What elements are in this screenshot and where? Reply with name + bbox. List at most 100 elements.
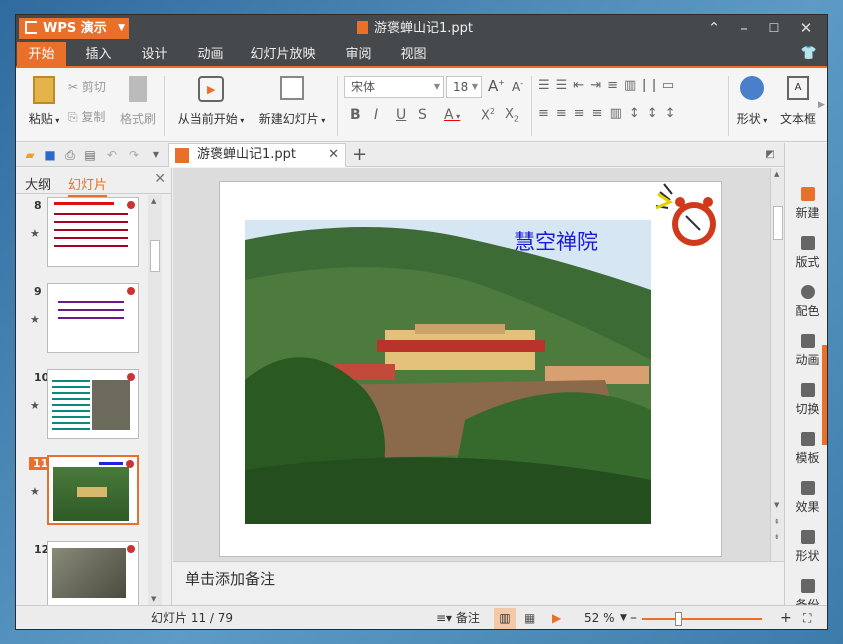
italic-button[interactable]: I — [374, 107, 378, 123]
maximize-button[interactable]: ☐ — [762, 17, 786, 39]
scroll-thumb[interactable] — [773, 206, 783, 240]
slides-scrollbar[interactable]: ▲ ▼ — [148, 195, 162, 605]
next-slide-icon[interactable]: ⇟ — [774, 533, 780, 541]
undo-icon[interactable]: ↶ — [104, 147, 120, 163]
customize-chevron-icon[interactable]: ▼ — [148, 147, 164, 163]
tab-document[interactable]: 游褒蝉山记1.ppt ✕ — [168, 143, 346, 167]
new-slide-button[interactable]: 新建幻灯片 ▾ — [252, 76, 332, 127]
minimize-button[interactable]: – — [732, 17, 756, 39]
font-name-select[interactable]: 宋体 ▼ — [344, 76, 444, 98]
zoom-slider[interactable] — [642, 612, 762, 626]
tab-design[interactable]: 设计 — [132, 42, 177, 68]
zoom-dropdown-icon[interactable]: ▼ — [620, 606, 627, 629]
decrease-font-icon[interactable]: A- — [512, 79, 523, 94]
task-new-button[interactable]: 新建 — [785, 187, 827, 221]
paragraph-list-icons[interactable]: ☰☰⇤⇥≡▥ǀǀ▭ — [538, 78, 728, 93]
scroll-down-icon[interactable]: ▼ — [151, 595, 156, 603]
task-layout-button[interactable]: 版式 — [785, 236, 827, 270]
underline-button[interactable]: U — [396, 107, 406, 123]
slide-thumbnail[interactable]: 10 ★ — [16, 369, 146, 449]
copy-icon: ⎘ — [68, 110, 82, 124]
pane-collapse-handle[interactable] — [822, 345, 827, 445]
tab-view[interactable]: 视图 — [391, 42, 436, 68]
format-painter-button[interactable]: 格式刷 — [116, 76, 160, 127]
fit-window-icon[interactable]: ⛶ — [803, 606, 811, 629]
palette-icon — [800, 285, 815, 299]
slide-thumbnail[interactable]: 12 — [16, 541, 146, 605]
editor-scrollbar[interactable]: ▲ ▼ ⇞ ⇟ — [770, 168, 784, 561]
shapes-icon — [740, 76, 764, 100]
prev-slide-icon[interactable]: ⇞ — [774, 518, 780, 526]
ribbon-scroll-right-icon[interactable]: ▶ — [818, 100, 825, 110]
zoom-in-button[interactable]: + — [780, 606, 792, 629]
zoom-level[interactable]: 52 % — [584, 606, 615, 629]
cut-button[interactable]: ✂ 剪切 — [68, 78, 120, 95]
temple-photo — [245, 220, 651, 524]
paragraph-align-icons[interactable]: ≡≡≡≡▥↕↕↕ — [538, 106, 728, 121]
shapes-button[interactable]: 形状 ▾ — [732, 76, 772, 127]
alarm-clock-icon — [650, 182, 722, 252]
subscript-button[interactable]: X2 — [505, 107, 519, 124]
slide-thumbnail[interactable]: 8 ★ — [16, 197, 146, 277]
font-color-button[interactable]: A ▾ — [444, 107, 460, 123]
bold-button[interactable]: B — [350, 107, 361, 123]
close-pane-icon[interactable]: ✕ — [154, 171, 166, 187]
slideshow-view-icon[interactable]: ▶ — [552, 606, 561, 629]
paste-button[interactable]: 粘贴 ▾ — [22, 76, 66, 127]
tab-home[interactable]: 开始 — [17, 42, 66, 68]
tab-slides[interactable]: 幻灯片 — [68, 174, 108, 197]
notes-toggle-button[interactable]: ≡▾ 备注 — [436, 606, 480, 629]
current-slide[interactable]: 慧空禅院 — [219, 181, 722, 557]
collapse-ribbon-icon[interactable]: ⌃ — [702, 17, 726, 39]
scroll-down-icon[interactable]: ▼ — [774, 501, 779, 509]
panel-toggle-icon[interactable]: ◩ — [762, 147, 778, 163]
normal-view-icon[interactable]: ▥ — [494, 608, 516, 629]
task-color-button[interactable]: 配色 — [785, 285, 827, 319]
sorter-view-icon[interactable]: ▦ — [524, 606, 535, 629]
scroll-thumb[interactable] — [150, 240, 160, 272]
task-effect-button[interactable]: 效果 — [785, 481, 827, 515]
font-size-select[interactable]: 18 ▼ — [446, 76, 482, 98]
slide-thumbnails: 8 ★ 9 ★ 10 ★ 11 ★ 12 — [16, 195, 146, 605]
tab-review[interactable]: 审阅 — [336, 42, 381, 68]
app-menu-button[interactable]: WPS 演示 ▼ — [19, 18, 129, 39]
textbox-button[interactable]: A 文本框 — [774, 76, 822, 127]
increase-font-icon[interactable]: A+ — [488, 77, 505, 95]
wps-logo-icon — [25, 21, 37, 34]
copy-button[interactable]: ⎘ 复制 — [68, 108, 120, 125]
superscript-button[interactable]: X2 — [481, 107, 495, 123]
tab-insert[interactable]: 插入 — [76, 42, 121, 68]
new-tab-button[interactable]: + — [352, 143, 367, 167]
scroll-up-icon[interactable]: ▲ — [151, 197, 156, 205]
clock-icon — [126, 544, 136, 554]
tab-outline[interactable]: 大纲 — [25, 174, 51, 193]
redo-icon[interactable]: ↷ — [126, 147, 142, 163]
slide-thumbnail-selected[interactable]: 11 ★ — [16, 455, 146, 535]
clock-icon — [126, 286, 136, 296]
task-shape-button[interactable]: 形状 — [785, 530, 827, 564]
app-name: WPS 演示 — [43, 21, 107, 36]
zoom-slider-knob[interactable] — [675, 612, 682, 626]
close-button[interactable]: ✕ — [794, 17, 818, 39]
ppt-file-icon — [357, 21, 368, 34]
ppt-file-icon — [175, 148, 189, 163]
print-icon[interactable]: ⎙ — [62, 147, 78, 163]
slide-photo[interactable] — [245, 220, 651, 524]
notes-pane[interactable]: 单击添加备注 — [173, 561, 784, 605]
open-folder-icon[interactable]: ▰ — [22, 147, 38, 163]
play-from-current-button[interactable]: ▶ 从当前开始 ▾ — [172, 76, 250, 127]
slide-thumbnail[interactable]: 9 ★ — [16, 283, 146, 363]
shadow-button[interactable]: S — [418, 107, 427, 123]
print-preview-icon[interactable]: ▤ — [82, 147, 98, 163]
close-tab-icon[interactable]: ✕ — [328, 144, 339, 166]
tab-slideshow[interactable]: 幻灯片放映 — [248, 42, 318, 68]
scroll-up-icon[interactable]: ▲ — [774, 170, 779, 178]
skin-icon[interactable]: 👕 — [801, 46, 817, 61]
notes-icon: ≡▾ — [436, 611, 456, 625]
projector-icon: ▶ — [198, 76, 224, 102]
zoom-out-button[interactable]: – — [630, 606, 637, 629]
save-icon[interactable]: ■ — [42, 147, 58, 163]
slide-title[interactable]: 慧空禅院 — [514, 226, 598, 256]
title-bar: WPS 演示 ▼ 游褒蝉山记1.ppt ⌃ – ☐ ✕ — [16, 15, 827, 42]
tab-animation[interactable]: 动画 — [188, 42, 233, 68]
